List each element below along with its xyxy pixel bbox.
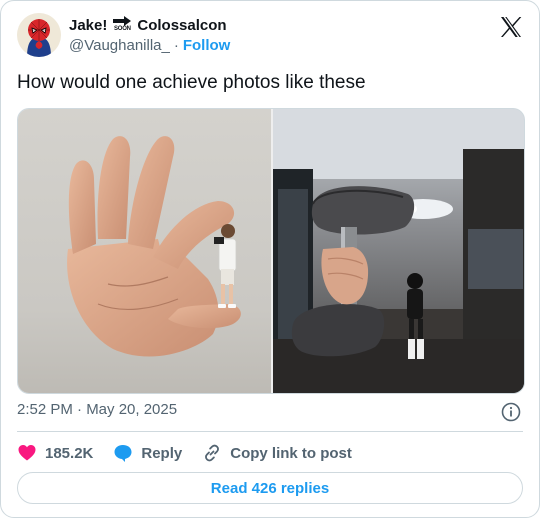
copy-link-label: Copy link to post (230, 444, 352, 462)
display-name-prefix[interactable]: Jake! (69, 17, 107, 34)
reply-label: Reply (141, 444, 183, 462)
handle-row: @Vaughanilla_ · Follow (69, 37, 230, 54)
like-button[interactable]: 185.2K (17, 443, 93, 463)
soon-arrow-icon: SOON (111, 16, 133, 34)
heart-icon (18, 445, 36, 461)
separator-dot: · (173, 37, 179, 54)
display-name-row[interactable]: Jake! SOON Colossalcon (69, 15, 230, 35)
read-replies-button[interactable]: Read 426 replies (17, 472, 523, 504)
tweet-media[interactable] (17, 108, 525, 394)
tweet-timestamp[interactable]: 2:52 PM · May 20, 2025 (17, 401, 177, 418)
divider (17, 431, 523, 432)
info-icon[interactable] (501, 402, 521, 422)
tweet-text: How would one achieve photos like these (17, 72, 366, 93)
x-logo-icon[interactable] (499, 15, 523, 39)
author-handle[interactable]: @Vaughanilla_ (69, 37, 170, 54)
follow-link[interactable]: Follow (183, 37, 231, 54)
spiderman-avatar-icon (17, 13, 61, 57)
gym-dumbbell-photo[interactable] (273, 109, 525, 394)
giant-hand-photo[interactable] (18, 109, 271, 394)
action-bar: 185.2K Reply Copy link to post (17, 441, 372, 465)
reply-button[interactable]: Reply (113, 443, 182, 463)
reply-bubble-icon (114, 445, 132, 462)
tweet-header: Jake! SOON Colossalcon @Vaughanilla_ · F… (17, 13, 523, 61)
avatar[interactable] (17, 13, 61, 57)
like-count: 185.2K (45, 444, 94, 462)
display-name-suffix[interactable]: Colossalcon (137, 17, 226, 34)
soon-label: SOON (113, 26, 131, 32)
copy-link-button[interactable]: Copy link to post (202, 443, 352, 463)
link-icon (205, 444, 220, 462)
tweet-card: Jake! SOON Colossalcon @Vaughanilla_ · F… (0, 0, 540, 518)
author-names: Jake! SOON Colossalcon @Vaughanilla_ · F… (69, 15, 230, 54)
